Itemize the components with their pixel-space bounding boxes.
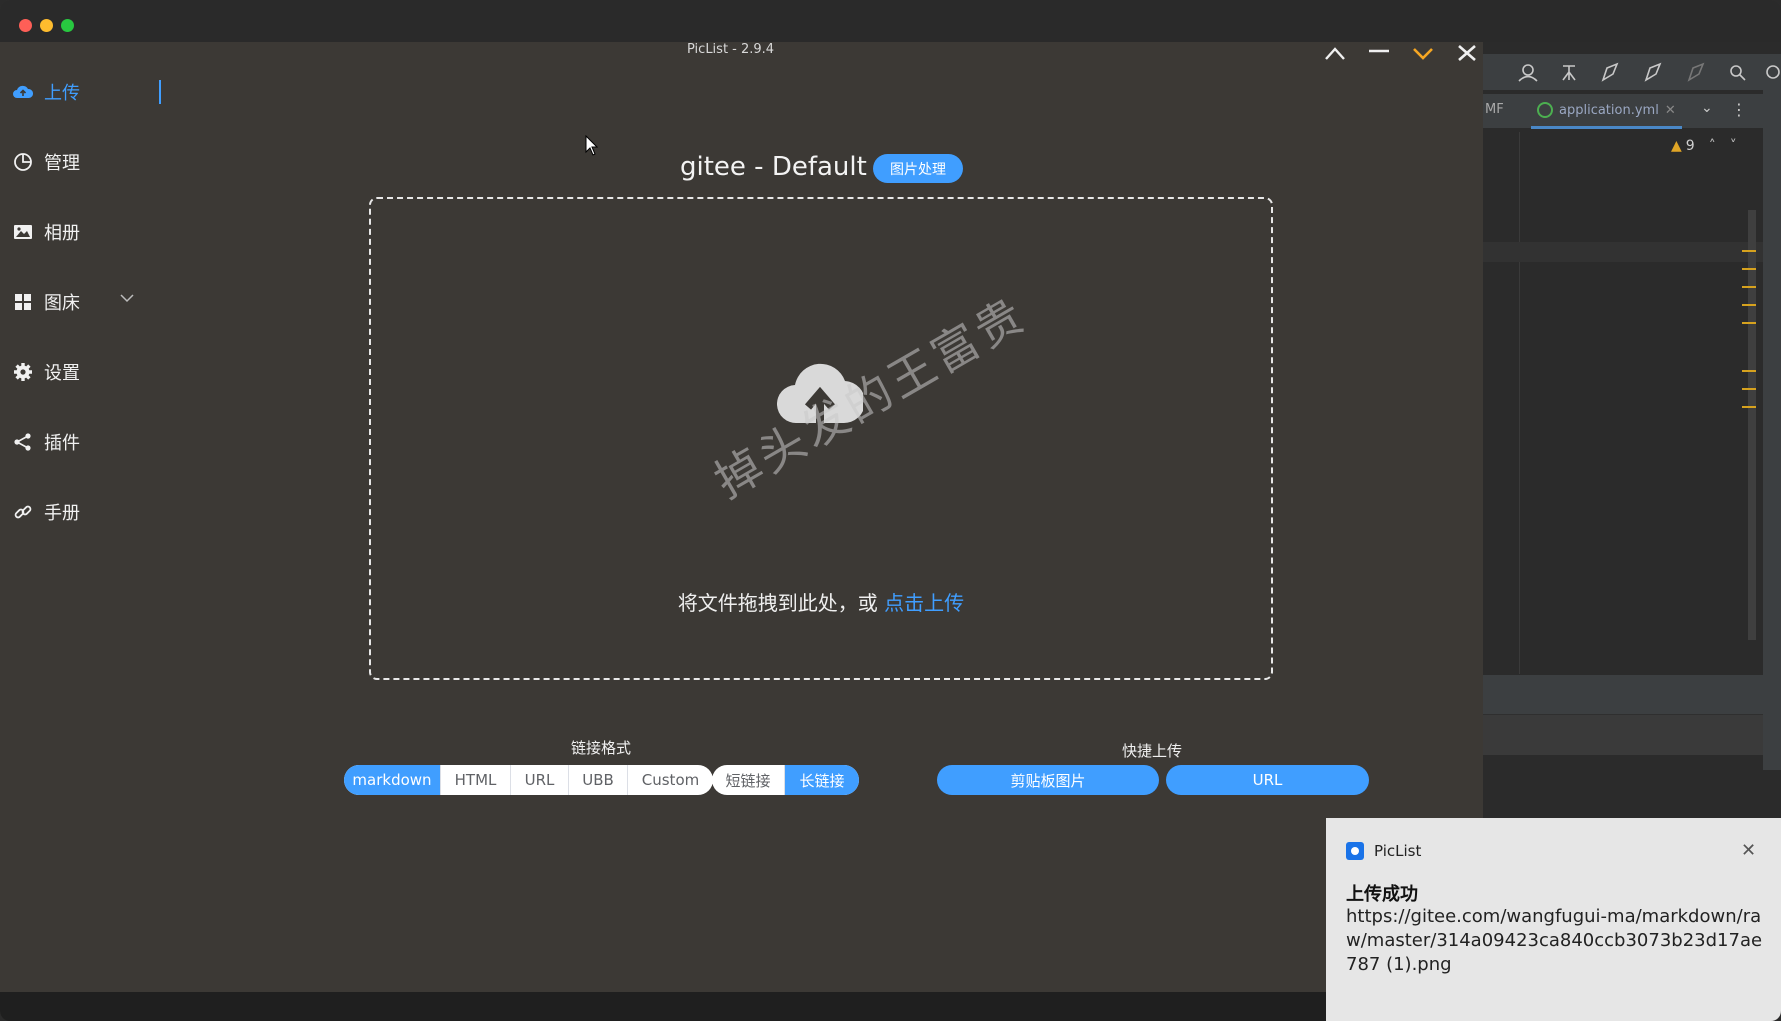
sidebar-item-upload[interactable]: 上传 (12, 77, 80, 107)
warning-marker[interactable] (1742, 322, 1756, 324)
sidebar-item-label: 插件 (44, 433, 80, 454)
sidebar-item-label: 管理 (44, 153, 80, 174)
active-indicator (159, 80, 161, 104)
window-titlebar (0, 0, 1781, 42)
gear-icon (12, 361, 34, 383)
ide-background: MF application.yml ✕ ⌄ ⋮ ▲ 9 ˄ ˅ (1483, 42, 1781, 822)
minus-icon (1369, 49, 1389, 53)
warning-marker[interactable] (1742, 250, 1756, 252)
sidebar-item-label: 图床 (44, 293, 80, 314)
ide-scrollbar[interactable] (1748, 210, 1756, 640)
warning-marker[interactable] (1742, 388, 1756, 390)
url-upload-button[interactable]: URL (1166, 765, 1369, 795)
link-format-group: markdown HTML URL UBB Custom (344, 765, 713, 795)
app-title: PicList - 2.9.4 (687, 42, 775, 57)
sidebar-item-label: 上传 (44, 83, 80, 104)
sidebar-item-label: 手册 (44, 503, 80, 524)
ide-toolbar (1483, 54, 1781, 90)
ide-tab-label: application.yml (1559, 102, 1659, 118)
upload-dropzone[interactable]: 掉头发的王富贵 将文件拖拽到此处，或 点击上传 (369, 197, 1273, 680)
format-option-html[interactable]: HTML (441, 765, 511, 795)
warning-marker[interactable] (1742, 406, 1756, 408)
chevron-down-icon (1413, 48, 1433, 60)
quick-upload-label: 快捷上传 (1122, 742, 1183, 760)
close-tab-icon[interactable]: ✕ (1665, 103, 1676, 118)
mouse-cursor-icon (585, 135, 599, 156)
sidebar-item-manage[interactable]: 管理 (12, 147, 80, 177)
chevron-down-icon[interactable]: ˅ (1730, 138, 1737, 154)
toast-app-name: PicList (1374, 842, 1422, 860)
sidebar-item-plugins[interactable]: 插件 (12, 427, 80, 457)
warning-count: 9 (1685, 138, 1695, 154)
notification-toast[interactable]: PicList ✕ 上传成功 https://gitee.com/wangfug… (1326, 818, 1781, 1021)
toast-header: PicList (1346, 842, 1421, 860)
link-format-label: 链接格式 (571, 739, 632, 757)
ide-right-toolstrip (1763, 90, 1781, 770)
clipboard-upload-button[interactable]: 剪贴板图片 (937, 765, 1159, 795)
warning-icon: ▲ (1671, 138, 1682, 154)
sidebar-item-picbed[interactable]: 图床 (12, 287, 80, 317)
toast-body: https://gitee.com/wangfugui-ma/markdown/… (1346, 906, 1763, 975)
warning-marker[interactable] (1742, 370, 1756, 372)
long-link-option[interactable]: 长链接 (785, 765, 859, 795)
watermark-text: 掉头发的王富贵 (705, 286, 1036, 509)
pie-chart-icon (12, 151, 34, 173)
warning-marker[interactable] (1742, 286, 1756, 288)
share-icon (12, 431, 34, 453)
format-option-custom[interactable]: Custom (628, 765, 713, 795)
ide-tab-application-yml[interactable]: application.yml ✕ (1531, 94, 1682, 129)
image-process-button[interactable]: 图片处理 (873, 154, 963, 183)
piclist-window: PicList - 2.9.4 上传 管理 相册 图床 设置 插件 手册 git… (0, 42, 1483, 994)
warning-marker[interactable] (1742, 268, 1756, 270)
ide-tab-bar: MF application.yml ✕ ⌄ ⋮ (1483, 94, 1781, 129)
piclist-logo-icon (1346, 842, 1364, 860)
cloud-upload-icon (12, 81, 34, 103)
ide-warning-indicator[interactable]: ▲ 9 ˄ ˅ (1671, 138, 1737, 154)
mini-window-button[interactable] (1410, 42, 1436, 64)
link-icon (12, 501, 34, 523)
format-option-ubb[interactable]: UBB (569, 765, 628, 795)
more-icon[interactable]: ⋮ (1731, 100, 1747, 119)
sidebar-item-manual[interactable]: 手册 (12, 497, 80, 527)
picture-icon (12, 221, 34, 243)
zoom-window-button[interactable] (61, 19, 74, 32)
link-length-group: 短链接 长链接 (712, 765, 859, 795)
close-window-button[interactable] (19, 19, 32, 32)
ide-current-line (1483, 242, 1763, 262)
sidebar-item-label: 相册 (44, 223, 80, 244)
click-upload-link[interactable]: 点击上传 (884, 591, 964, 615)
ide-bottom-panel (1483, 674, 1763, 715)
chevron-down-icon[interactable] (120, 293, 134, 303)
drop-hint-text: 将文件拖拽到此处，或 (677, 591, 885, 615)
warning-marker[interactable] (1742, 304, 1756, 306)
ide-gutter (1519, 132, 1520, 682)
sidebar-item-label: 设置 (44, 363, 80, 384)
short-link-option[interactable]: 短链接 (712, 765, 785, 795)
ide-bottom-panel (1483, 714, 1763, 755)
picbed-selector[interactable]: gitee - Default (680, 152, 893, 182)
ide-tab-left[interactable]: MF (1485, 102, 1504, 117)
close-icon[interactable]: ✕ (1741, 840, 1756, 861)
sidebar: 上传 管理 相册 图床 设置 插件 手册 (0, 42, 168, 994)
ide-toolbar-icons (1518, 62, 1780, 82)
sidebar-item-settings[interactable]: 设置 (12, 357, 80, 387)
chevron-up-icon[interactable]: ˄ (1709, 138, 1716, 154)
picbed-name: gitee - Default (680, 152, 867, 182)
pin-button[interactable] (1322, 42, 1348, 64)
sidebar-item-gallery[interactable]: 相册 (12, 217, 80, 247)
chevron-up-icon (1325, 47, 1345, 60)
grid-icon (12, 291, 34, 313)
close-button[interactable] (1454, 42, 1480, 64)
format-option-url[interactable]: URL (511, 765, 569, 795)
toast-title: 上传成功 (1346, 884, 1418, 905)
close-icon (1458, 45, 1476, 61)
desktop-window: MF application.yml ✕ ⌄ ⋮ ▲ 9 ˄ ˅ PicList… (0, 0, 1781, 1021)
minimize-button[interactable] (1366, 42, 1392, 64)
drop-hint: 将文件拖拽到此处，或 点击上传 (371, 587, 1271, 616)
chevron-down-icon[interactable]: ⌄ (1701, 100, 1713, 116)
minimize-window-button[interactable] (40, 19, 53, 32)
format-option-markdown[interactable]: markdown (344, 765, 441, 795)
yml-file-icon (1537, 102, 1553, 118)
